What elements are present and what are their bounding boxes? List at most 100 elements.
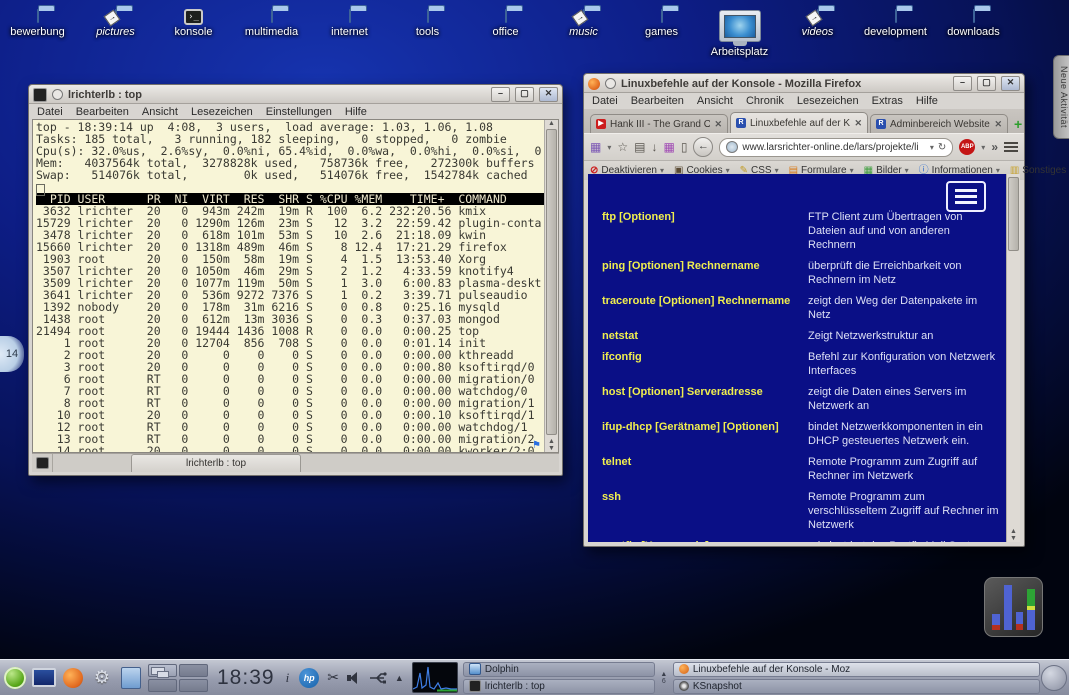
menu-item[interactable]: Chronik — [746, 95, 784, 107]
scroll-up-icon[interactable]: ▲ — [545, 120, 558, 127]
notifications-info-icon[interactable]: i — [284, 670, 292, 686]
adblock-caret-icon[interactable]: ▾ — [981, 143, 985, 152]
minimize-button[interactable]: – — [491, 87, 510, 102]
site-hamburger-icon[interactable] — [946, 181, 986, 212]
terminal-viewport[interactable]: top - 18:39:14 up 4:08, 3 users, load av… — [32, 119, 559, 453]
menu-item[interactable]: Datei — [592, 95, 618, 107]
url-text[interactable]: www.larsrichter-online.de/lars/projekte/… — [742, 142, 925, 153]
overflow-chevron[interactable]: » — [991, 140, 998, 154]
firefox-titlebar[interactable]: Linuxbefehle auf der Konsole - Mozilla F… — [584, 74, 1024, 93]
bar-chart-widget[interactable] — [984, 577, 1043, 637]
menu-item[interactable]: Hilfe — [345, 106, 367, 118]
command-name[interactable]: host [Optionen] Serveradresse — [602, 385, 808, 413]
konsole-titlebar[interactable]: lrichterlb : top – ▢ ✕ — [29, 85, 562, 104]
file-manager-icon[interactable] — [119, 666, 143, 690]
firefox-menu-icon[interactable] — [1004, 140, 1018, 154]
desktop-icon[interactable]: videos — [786, 10, 849, 58]
command-name[interactable]: netstat — [602, 329, 808, 343]
task-scroll-arrows[interactable]: ▲6 — [657, 662, 671, 694]
task-button-dolphin[interactable]: Dolphin — [463, 662, 655, 677]
pager-desktop-3[interactable] — [148, 679, 177, 692]
pager-desktop-1[interactable] — [148, 664, 177, 677]
desktop-icon[interactable]: tools — [396, 10, 459, 58]
menu-item[interactable]: Lesezeichen — [191, 106, 253, 118]
desktop-icon[interactable]: office — [474, 10, 537, 58]
pager-desktop-4[interactable] — [179, 679, 208, 692]
minimize-button[interactable]: – — [953, 76, 972, 91]
pin-icon[interactable] — [605, 78, 616, 89]
trash-icon[interactable]: ▯ — [681, 140, 688, 154]
apps-grid-icon[interactable]: ▦ — [590, 140, 601, 154]
command-name[interactable]: ssh — [602, 490, 808, 532]
scroll-down-icon[interactable]: ▲▼ — [1007, 528, 1020, 542]
task-button-ksnapshot[interactable]: KSnapshot — [673, 679, 1040, 694]
desktop-pager[interactable] — [148, 664, 208, 692]
desktop-icon[interactable]: Arbeitsplatz — [708, 10, 771, 58]
konsole-app-icon[interactable] — [33, 88, 47, 102]
scrollbar-thumb[interactable] — [1008, 177, 1019, 251]
maximize-button[interactable]: ▢ — [515, 87, 534, 102]
browser-tab[interactable]: ▶ Hank III - The Grand Ole ... ✕ — [590, 114, 728, 133]
menu-item[interactable]: Lesezeichen — [797, 95, 859, 107]
dropdown-caret-icon[interactable]: ▾ — [607, 143, 611, 152]
command-name[interactable]: ifup-dhcp [Gerätname] [Optionen] — [602, 420, 808, 448]
menu-item[interactable]: Hilfe — [916, 95, 938, 107]
digital-clock[interactable]: 18:39 — [213, 666, 279, 690]
adblock-icon[interactable]: ABP — [959, 139, 975, 155]
show-desktop-button[interactable] — [32, 666, 56, 690]
tab-close-icon[interactable]: ✕ — [854, 118, 862, 129]
tray-expand-caret-icon[interactable]: ▲ — [395, 673, 404, 683]
bookmark-star-icon[interactable]: ☆ — [617, 140, 628, 154]
app-launcher-button[interactable] — [3, 666, 27, 690]
task-button-firefox[interactable]: Linuxbefehle auf der Konsole - Moz — [673, 662, 1040, 677]
scrollbar-thumb[interactable] — [546, 129, 557, 435]
desktop-icon[interactable]: pictures — [84, 10, 147, 58]
firefox-app-icon[interactable] — [588, 78, 600, 90]
browser-tab[interactable]: R Adminbereich Website 2... ✕ — [870, 114, 1008, 133]
network-monitor-widget[interactable] — [412, 662, 458, 693]
tab-close-icon[interactable]: ✕ — [714, 119, 722, 130]
scroll-down-icon[interactable]: ▲▼ — [545, 438, 558, 452]
klipper-scissors-icon[interactable]: ✂ — [327, 669, 339, 686]
url-bar[interactable]: www.larsrichter-online.de/lars/projekte/… — [719, 138, 953, 157]
hp-tray-icon[interactable]: hp — [299, 668, 319, 688]
desktop-icon[interactable]: downloads — [942, 10, 1005, 58]
terminal-scrollbar[interactable]: ▲ ▲▼ — [544, 120, 558, 452]
firefox-launcher-icon[interactable] — [61, 666, 85, 690]
maximize-button[interactable]: ▢ — [977, 76, 996, 91]
usb-device-icon[interactable] — [369, 672, 387, 684]
volume-speaker-icon[interactable] — [347, 672, 361, 684]
command-name[interactable]: ping [Optionen] Rechnername — [602, 259, 808, 287]
desktop-icon[interactable]: music — [552, 10, 615, 58]
menu-item[interactable]: Extras — [872, 95, 903, 107]
command-name[interactable]: postfix [Kommando] — [602, 539, 808, 542]
clipboard-icon[interactable]: ▤ — [634, 140, 645, 154]
new-tab-button[interactable]: + — [1010, 115, 1026, 133]
command-name[interactable]: ifconfig — [602, 350, 808, 378]
desktop-icon[interactable]: games — [630, 10, 693, 58]
task-button-konsole[interactable]: lrichterlb : top — [463, 679, 655, 694]
konsole-session-tab[interactable]: lrichterlb : top — [131, 454, 301, 472]
reload-icon[interactable]: ↻ — [938, 142, 946, 153]
pager-desktop-2[interactable] — [179, 664, 208, 677]
command-name[interactable]: ftp [Optionen] — [602, 210, 808, 252]
menu-item[interactable]: Bearbeiten — [76, 106, 129, 118]
settings-gear-icon[interactable]: ⚙ — [90, 666, 114, 690]
browser-tab[interactable]: R Linuxbefehle auf der Kon... ✕ — [730, 112, 868, 133]
pin-icon[interactable] — [52, 89, 63, 100]
page-scrollbar[interactable]: ▲▼ — [1006, 174, 1020, 542]
menu-item[interactable]: Datei — [37, 106, 63, 118]
menu-item[interactable]: Einstellungen — [266, 106, 332, 118]
new-activity-tab[interactable]: Neue Aktivität — [1053, 55, 1069, 139]
desktop-icon[interactable]: internet — [318, 10, 381, 58]
close-button[interactable]: ✕ — [1001, 76, 1020, 91]
close-button[interactable]: ✕ — [539, 87, 558, 102]
menu-item[interactable]: Ansicht — [142, 106, 178, 118]
desktop-icon[interactable]: ›_ konsole — [162, 10, 225, 58]
panel-cashew-button[interactable] — [1041, 665, 1067, 691]
url-dropdown-icon[interactable]: ▾ — [930, 143, 934, 152]
menu-item[interactable]: Bearbeiten — [631, 95, 684, 107]
command-name[interactable]: telnet — [602, 455, 808, 483]
tab-close-icon[interactable]: ✕ — [994, 119, 1002, 130]
command-name[interactable]: traceroute [Optionen] Rechnername — [602, 294, 808, 322]
